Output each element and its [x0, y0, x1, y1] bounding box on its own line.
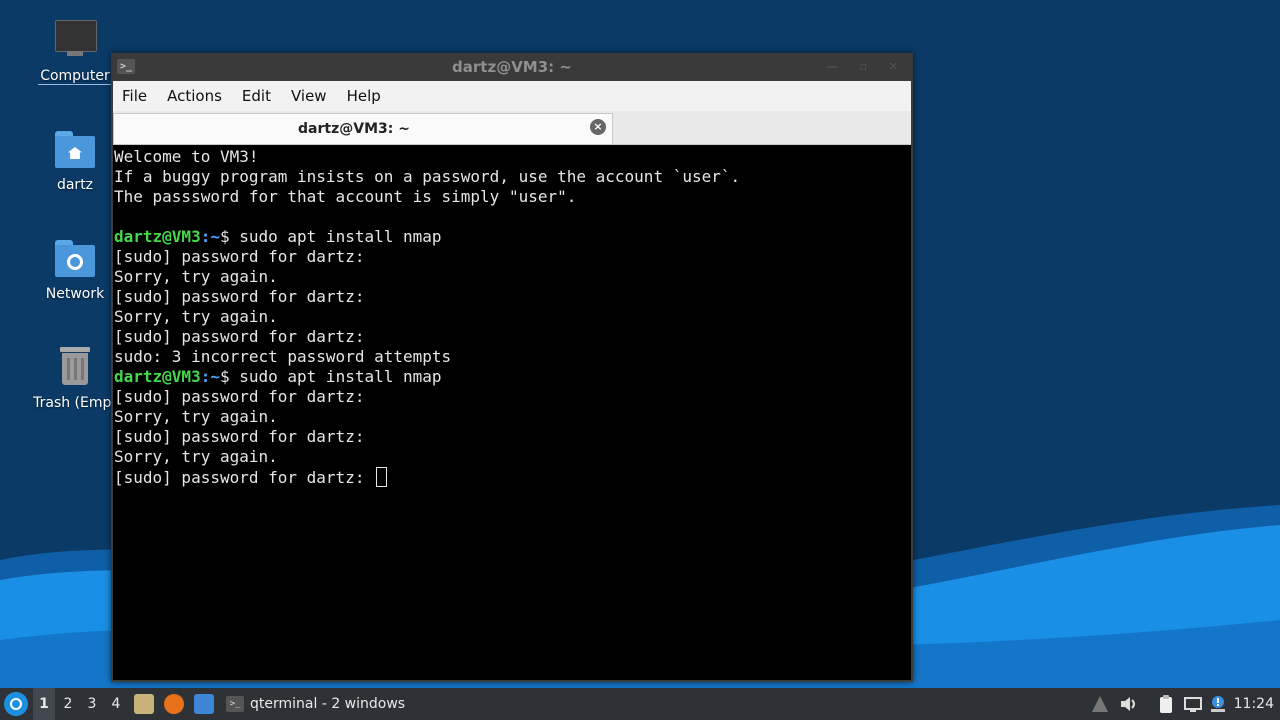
desktop-icon-label: dartz	[56, 177, 94, 193]
prompt-path: :~	[200, 227, 220, 246]
workspace-3[interactable]: 3	[81, 688, 103, 720]
menu-edit[interactable]: Edit	[232, 81, 281, 105]
terminal-line-text: [sudo] password for dartz:	[114, 247, 365, 266]
tab-terminal[interactable]: dartz@VM3: ~ ×	[113, 113, 613, 144]
network-folder-icon	[53, 236, 97, 280]
terminal-line-text: [sudo] password for dartz:	[114, 427, 365, 446]
terminal-prompt-line: dartz@VM3:~$ sudo apt install nmap	[114, 227, 740, 247]
start-menu-icon[interactable]	[4, 692, 28, 716]
menu-help[interactable]: Help	[337, 81, 391, 105]
file-manager-icon[interactable]	[134, 694, 154, 714]
terminal-line-text: [sudo] password for dartz:	[114, 468, 375, 487]
menu-actions[interactable]: Actions	[157, 81, 232, 105]
terminal-line-text: sudo apt install nmap	[239, 227, 442, 246]
terminal-line-text: Sorry, try again.	[114, 447, 278, 466]
terminal-line-text: [sudo] password for dartz:	[114, 387, 365, 406]
desktop-icon-trash[interactable]: Trash (Empt	[25, 345, 125, 411]
desktop-icon-label: Network	[45, 286, 105, 302]
menu-file[interactable]: File	[113, 81, 157, 105]
tray-expand-icon[interactable]	[1092, 696, 1108, 712]
terminal-line-text: [sudo] password for dartz:	[114, 327, 365, 346]
network-status-icon[interactable]	[1183, 694, 1203, 714]
window-controls[interactable]: — ▫ ✕	[827, 60, 907, 73]
terminal-line: [sudo] password for dartz:	[114, 247, 740, 267]
terminal-line-text: Sorry, try again.	[114, 267, 278, 286]
terminal-line: Sorry, try again.	[114, 447, 740, 467]
terminal-line: Sorry, try again.	[114, 407, 740, 427]
menubar: File Actions Edit View Help	[113, 81, 911, 111]
terminal-line: [sudo] password for dartz:	[114, 287, 740, 307]
terminal-line-text: sudo apt install nmap	[239, 367, 442, 386]
terminal-line: [sudo] password for dartz:	[114, 467, 740, 487]
close-tab-icon[interactable]: ×	[590, 119, 606, 135]
terminal-line-text: Sorry, try again.	[114, 407, 278, 426]
desktop-icon-label: Computer	[38, 68, 112, 85]
prompt-path: :~	[200, 367, 220, 386]
show-desktop-icon[interactable]	[194, 694, 214, 714]
terminal-cursor	[376, 467, 388, 487]
terminal-output[interactable]: Welcome to VM3! If a buggy program insist…	[113, 145, 911, 680]
taskbar: 1 2 3 4 >_ qterminal - 2 windows 11:24	[0, 688, 1280, 720]
terminal-line-text: Welcome to VM3!	[114, 147, 259, 166]
terminal-window: >_ dartz@VM3: ~ — ▫ ✕ File Actions Edit Vie…	[111, 53, 913, 682]
terminal-line-text: If a buggy program insists on a password…	[114, 167, 741, 186]
terminal-line: The passsword for that account is simply…	[114, 187, 740, 207]
desktop-icon-home[interactable]: dartz	[25, 127, 125, 193]
terminal-line: [sudo] password for dartz:	[114, 387, 740, 407]
workspace-2[interactable]: 2	[57, 688, 79, 720]
clock: 11:24	[1233, 696, 1274, 712]
terminal-line-text: Sorry, try again.	[114, 307, 278, 326]
prompt-symbol: $	[219, 367, 240, 386]
volume-icon[interactable]	[1118, 694, 1138, 714]
home-folder-icon	[53, 127, 97, 171]
window-titlebar[interactable]: >_ dartz@VM3: ~ — ▫ ✕	[111, 53, 913, 81]
terminal-line-text: [sudo] password for dartz:	[114, 287, 365, 306]
terminal-line: Sorry, try again.	[114, 307, 740, 327]
menu-view[interactable]: View	[281, 81, 337, 105]
tab-bar: dartz@VM3: ~ ×	[113, 111, 911, 145]
task-qterminal[interactable]: >_ qterminal - 2 windows	[222, 688, 405, 720]
terminal-prompt-line: dartz@VM3:~$ sudo apt install nmap	[114, 367, 740, 387]
window-title: dartz@VM3: ~	[452, 58, 572, 76]
desktop-icon-network[interactable]: Network	[25, 236, 125, 302]
terminal-line-text: sudo: 3 incorrect password attempts	[114, 347, 452, 366]
prompt-user: dartz@VM3	[114, 227, 201, 246]
prompt-user: dartz@VM3	[114, 367, 201, 386]
terminal-line: Welcome to VM3!	[114, 147, 740, 167]
desktop-icon-computer[interactable]: Computer	[25, 18, 125, 85]
terminal-icon: >_	[226, 696, 244, 712]
terminal-line-text: The passsword for that account is simply…	[114, 187, 577, 206]
terminal-line: [sudo] password for dartz:	[114, 327, 740, 347]
prompt-symbol: $	[219, 227, 240, 246]
task-label: qterminal - 2 windows	[250, 696, 406, 712]
trash-icon	[53, 345, 97, 389]
terminal-line: sudo: 3 incorrect password attempts	[114, 347, 740, 367]
desktop-icon-label: Trash (Empt	[33, 395, 117, 411]
tab-label: dartz@VM3: ~	[298, 121, 410, 137]
workspace-4[interactable]: 4	[105, 688, 127, 720]
notification-icon[interactable]	[1208, 694, 1228, 714]
terminal-lines: Welcome to VM3! If a buggy program insist…	[114, 147, 740, 487]
computer-icon	[53, 18, 97, 62]
terminal-line: [sudo] password for dartz:	[114, 427, 740, 447]
terminal-line: Sorry, try again.	[114, 267, 740, 287]
terminal-line: If a buggy program insists on a password…	[114, 167, 740, 187]
firefox-icon[interactable]	[164, 694, 184, 714]
clipboard-icon[interactable]	[1156, 694, 1176, 714]
workspace-1[interactable]: 1	[33, 688, 55, 720]
